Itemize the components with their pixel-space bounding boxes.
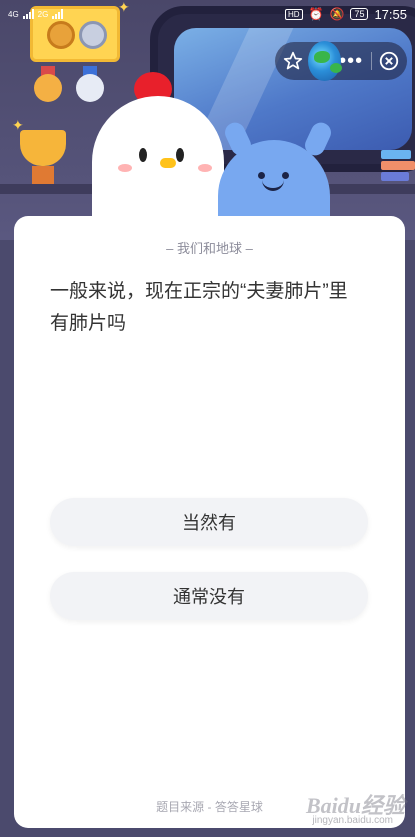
mute-icon: 🔕 (329, 7, 345, 21)
alien-eye (282, 172, 289, 179)
battery-level: 75 (350, 8, 369, 20)
status-right: HD ⏰ 🔕 75 17:55 (284, 6, 407, 22)
status-time: 17:55 (374, 6, 407, 22)
hd-badge: HD (284, 8, 303, 20)
close-icon[interactable] (378, 47, 401, 75)
medal-icon (34, 74, 62, 102)
header-illustration: ✦ ✦ (0, 0, 415, 240)
answer-option-2[interactable]: 通常没有 (50, 572, 368, 620)
capsule-menu: ••• (275, 41, 407, 81)
watermark-url: jingyan.baidu.com (312, 815, 393, 826)
chicken-eye (176, 148, 184, 162)
status-bar: 4G 2G HD ⏰ 🔕 75 17:55 (0, 0, 415, 28)
signal-icon (52, 9, 64, 19)
trophy-icon (20, 130, 66, 166)
chicken-beak (160, 158, 176, 168)
capsule-divider (371, 52, 372, 70)
chicken-cheek (198, 164, 212, 172)
alarm-icon: ⏰ (308, 7, 324, 21)
chicken-cheek (118, 164, 132, 172)
topic-label: – 我们和地球 – (166, 241, 253, 256)
question-text: 一般来说，现在正宗的“夫妻肺片”里有肺片吗 (50, 281, 348, 334)
chicken-eye (139, 148, 147, 162)
question-card: – 我们和地球 – 一般来说，现在正宗的“夫妻肺片”里有肺片吗 当然有 通常没有… (14, 216, 405, 828)
medal-icon (76, 74, 104, 102)
network-label-4g: 4G (8, 9, 19, 19)
answer-option-1[interactable]: 当然有 (50, 498, 368, 546)
status-left: 4G 2G (8, 9, 64, 19)
network-label-2g: 2G (37, 9, 49, 19)
more-icon[interactable]: ••• (339, 50, 363, 73)
signal-icon (22, 9, 34, 19)
books-icon (381, 150, 415, 186)
globe-icon[interactable] (308, 41, 343, 81)
alien-eye (258, 172, 265, 179)
trophy-base (32, 166, 54, 184)
star-icon[interactable] (281, 47, 304, 75)
